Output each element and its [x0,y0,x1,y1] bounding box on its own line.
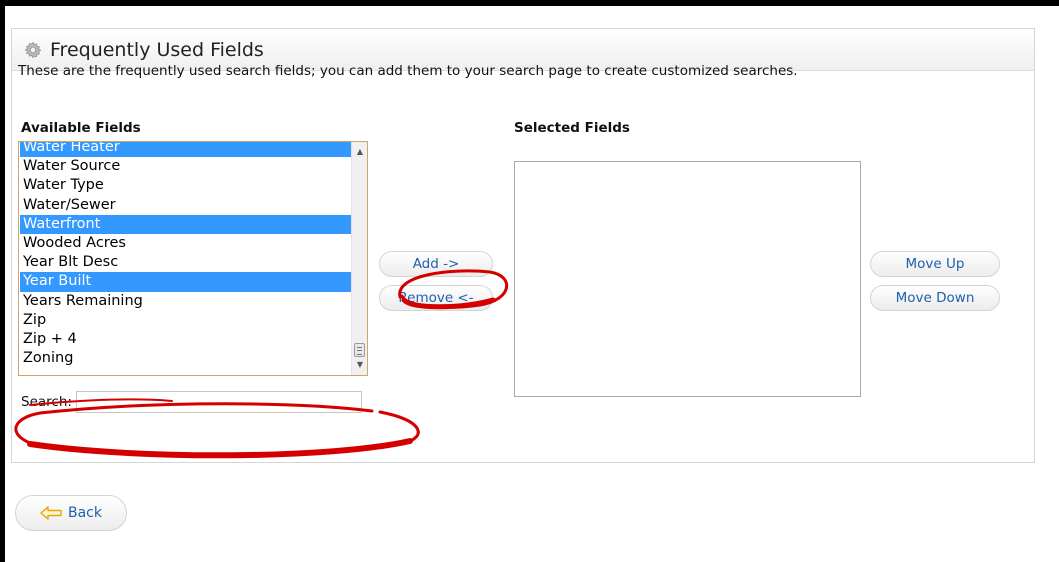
panel-title: Frequently Used Fields [50,38,264,61]
search-row: Search: [21,391,362,413]
scroll-down-arrow-icon[interactable]: ▼ [352,357,367,373]
list-item[interactable]: Water Source [20,157,352,176]
search-input[interactable] [75,391,362,413]
list-item[interactable]: Year Built [20,272,352,292]
left-arrow-icon [40,506,62,520]
list-item[interactable]: Water Heater [20,142,352,158]
remove-button[interactable]: Remove <- [379,285,493,311]
scroll-up-arrow-icon[interactable]: ▲ [352,144,367,160]
frame-left-border [0,0,5,562]
panel-description: These are the frequently used search fie… [18,63,798,79]
list-item[interactable]: Waterfront [20,214,352,234]
list-item[interactable]: Zip + 4 [20,330,352,349]
move-down-button[interactable]: Move Down [870,285,1000,311]
list-item[interactable]: Water/Sewer [20,196,352,215]
list-item[interactable]: Year Blt Desc [20,253,352,272]
add-button[interactable]: Add -> [379,251,493,277]
gear-icon [24,41,42,58]
list-item[interactable]: Water Type [20,176,352,195]
available-fields-listbox[interactable]: Water Heater Water Source Water Type Water/… [18,141,368,376]
back-button-label: Back [68,505,102,521]
list-item[interactable]: Zip [20,311,352,330]
list-item[interactable]: Wooded Acres [20,234,352,253]
selected-fields-listbox[interactable] [514,161,861,397]
list-item[interactable]: Years Remaining [20,292,352,311]
available-fields-label: Available Fields [21,120,141,136]
grip-icon [357,347,362,355]
move-up-button[interactable]: Move Up [870,251,1000,277]
selected-fields-label: Selected Fields [514,120,630,136]
available-fields-list: Water Heater Water Source Water Type Water/… [20,142,352,368]
scrollbar-thumb[interactable] [354,343,365,357]
back-button[interactable]: Back [15,495,127,531]
listbox-scrollbar[interactable]: ▲ ▼ [351,142,367,375]
list-item[interactable]: Zoning [20,349,352,368]
search-label: Search: [21,394,72,410]
frame-top-border [0,0,1059,6]
